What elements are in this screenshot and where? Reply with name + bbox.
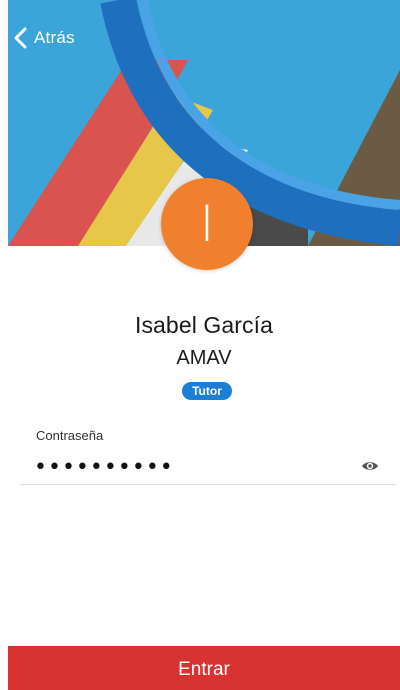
password-label: Contraseña [36,428,104,443]
chevron-left-icon [14,27,27,49]
field-divider [20,484,396,485]
submit-button[interactable]: Entrar [8,646,400,690]
back-label: Atrás [34,28,75,47]
role-badge: Tutor [182,382,232,400]
organization-name: AMAV [176,347,232,369]
password-input[interactable] [34,452,344,482]
avatar: I [161,178,253,270]
back-button[interactable]: Atrás [12,26,75,50]
login-screen: Atrás I Isabel García AMAV Tutor Contras… [8,0,400,690]
eye-icon[interactable] [361,458,379,474]
user-name: Isabel García [134,312,274,338]
avatar-initial: I [199,195,215,253]
